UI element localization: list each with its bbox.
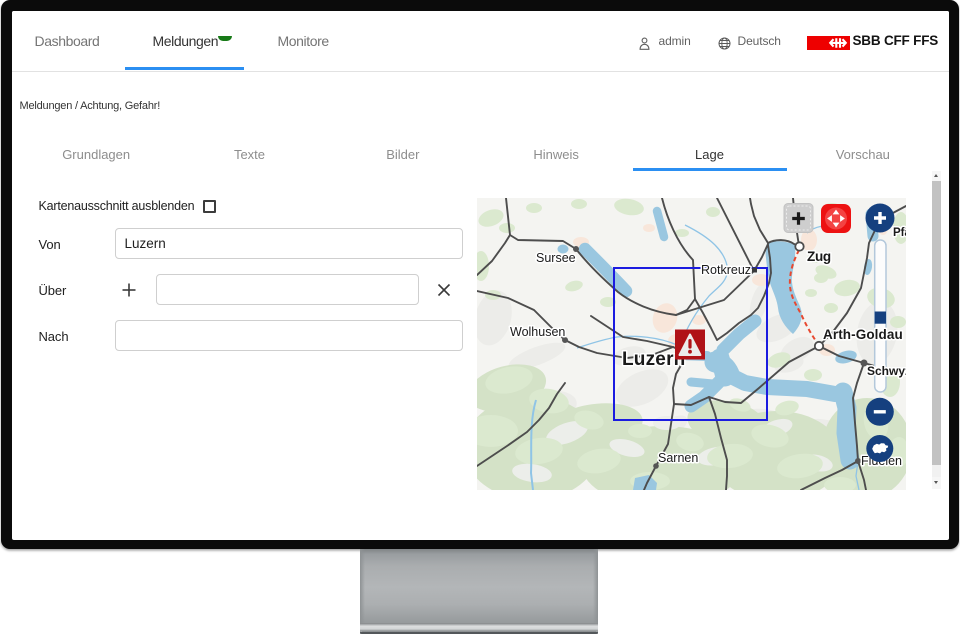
svg-text:Arth-Goldau: Arth-Goldau: [823, 327, 903, 342]
svg-text:Rotkreuz: Rotkreuz: [701, 263, 751, 277]
svg-text:Sursee: Sursee: [536, 251, 576, 265]
svg-text:Schwyz: Schwyz: [867, 364, 906, 378]
svg-text:Pfä: Pfä: [893, 227, 906, 239]
svg-text:Zug: Zug: [807, 249, 831, 264]
svg-text:Sarnen: Sarnen: [658, 451, 698, 465]
svg-text:Wolhusen: Wolhusen: [510, 325, 565, 339]
